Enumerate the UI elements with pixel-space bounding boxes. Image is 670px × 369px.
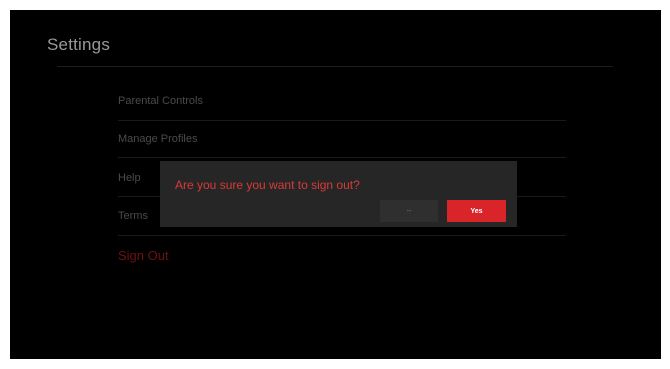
title-divider <box>57 66 613 67</box>
menu-item-sign-out[interactable]: Sign Out <box>118 248 169 263</box>
menu-divider <box>118 157 566 158</box>
menu-item-manage-profiles[interactable]: Manage Profiles <box>118 133 198 145</box>
sign-out-dialog: Are you sure you want to sign out? -- Ye… <box>160 161 517 227</box>
menu-divider <box>118 120 566 121</box>
menu-item-help[interactable]: Help <box>118 172 141 184</box>
menu-item-parental-controls[interactable]: Parental Controls <box>118 95 203 107</box>
cancel-button[interactable]: -- <box>380 200 438 222</box>
settings-screen: Settings Parental Controls Manage Profil… <box>10 10 661 359</box>
menu-item-terms[interactable]: Terms <box>118 210 148 222</box>
dialog-message: Are you sure you want to sign out? <box>175 178 360 192</box>
confirm-sign-out-button[interactable]: Yes <box>447 200 506 222</box>
menu-divider <box>118 235 566 236</box>
page-title: Settings <box>47 35 111 54</box>
